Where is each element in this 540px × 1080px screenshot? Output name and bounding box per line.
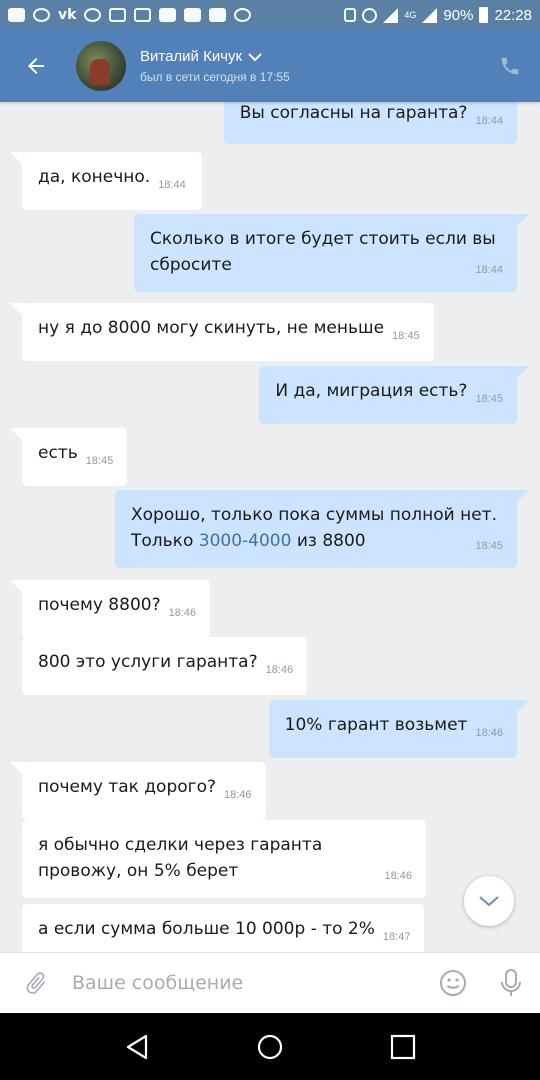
system-status: 4G 90% 22:28 <box>344 7 532 24</box>
vibrate-icon <box>344 8 357 22</box>
message-text: из 8800 <box>291 531 366 551</box>
contact-name: Виталий Кичук <box>140 48 243 65</box>
message-bubble[interactable]: да, конечно. 18:44 <box>10 152 202 210</box>
message-text: Вы согласны на гаранта? <box>239 103 468 123</box>
battery-percent: 90% <box>443 6 474 24</box>
vk-notification-icon: vk <box>58 7 77 23</box>
message-link[interactable]: 3000-4000 <box>199 531 292 551</box>
message-text: почему 8800? <box>38 595 161 615</box>
message-bubble[interactable]: я обычно сделки через гаранта провожу, о… <box>22 820 426 898</box>
message-bubble[interactable]: 800 это услуги гаранта? 18:46 <box>22 637 308 695</box>
signal-icon-2 <box>422 7 438 23</box>
message-time: 18:45 <box>475 393 503 405</box>
message-text: а если сумма больше 10 000р - то 2% <box>38 919 375 939</box>
message-time: 18:46 <box>224 789 252 801</box>
message-bubble[interactable]: И да, миграция есть? 18:45 <box>259 366 529 424</box>
message-text: я обычно сделки через гаранта провожу, о… <box>38 835 323 881</box>
microphone-icon <box>501 969 521 996</box>
message-time: 18:44 <box>475 115 503 127</box>
message-bubble[interactable]: 10% гарант возьмет 18:46 <box>268 700 530 758</box>
download-notification-icon <box>109 8 127 22</box>
message-bubble[interactable]: Вы согласны на гаранта? 18:44 <box>223 102 517 144</box>
nav-back-button[interactable] <box>117 1027 157 1067</box>
message-time: 18:45 <box>392 330 420 342</box>
message-bubble[interactable]: почему 8800? 18:46 <box>9 580 211 638</box>
contact-info[interactable]: Виталий Кичук был в сети сегодня в 17:55 <box>140 48 480 84</box>
nav-home-button[interactable] <box>250 1027 290 1067</box>
contact-status: был в сети сегодня в 17:55 <box>140 70 290 84</box>
circle-home-icon <box>257 1034 283 1059</box>
emoji-button[interactable] <box>424 953 482 1014</box>
image-notification-icon <box>134 8 152 22</box>
smiley-icon <box>440 970 466 996</box>
message-time: 18:45 <box>85 455 114 467</box>
call-button[interactable] <box>480 30 540 102</box>
message-bubble[interactable]: ну я до 8000 могу скинуть, не меньше 18:4… <box>10 303 434 361</box>
notification-icons: vk <box>8 7 344 23</box>
message-text: 800 это услуги гаранта? <box>38 652 258 672</box>
message-text: 10% гарант возьмет <box>284 715 468 735</box>
message-bubble[interactable]: а если сумма больше 10 000р - то 2% 18:47 <box>22 904 425 952</box>
voice-message-button[interactable] <box>482 953 540 1014</box>
message-bubble[interactable]: Сколько в итоге будет стоить если вы сбр… <box>134 214 529 292</box>
message-time: 18:44 <box>475 264 503 276</box>
message-text: да, конечно. <box>38 167 151 187</box>
message-bubble[interactable]: почему так дорого? 18:46 <box>10 762 266 820</box>
status-bar: vk 4G 90% 22:28 <box>0 0 540 30</box>
sync-notification-icon-2 <box>84 8 102 22</box>
avatar[interactable] <box>76 41 126 91</box>
message-time: 18:46 <box>384 870 412 882</box>
signal-icon <box>383 7 399 23</box>
message-list[interactable]: Вы согласны на гаранта? 18:44 да, конечно… <box>0 102 540 952</box>
square-recent-icon <box>391 1034 416 1059</box>
chevron-down-icon <box>479 896 499 907</box>
video-notification-icon-3 <box>209 8 227 22</box>
arrow-left-icon <box>28 58 44 74</box>
vpn-notification-icon <box>234 8 252 22</box>
message-time: 18:44 <box>158 179 186 191</box>
alarm-icon <box>362 7 378 23</box>
sync-notification-icon <box>33 8 50 22</box>
scroll-down-button[interactable] <box>464 876 514 926</box>
message-time: 18:45 <box>475 540 503 552</box>
chat-header: Виталий Кичук был в сети сегодня в 17:55 <box>0 30 540 102</box>
message-time: 18:46 <box>475 727 503 739</box>
nav-recent-button[interactable] <box>383 1027 423 1067</box>
message-bubble[interactable]: Хорошо, только пока суммы полной нет. То… <box>115 490 529 568</box>
message-text: Сколько в итоге будет стоить если вы сбр… <box>150 229 496 275</box>
battery-icon <box>479 7 489 23</box>
message-text: И да, миграция есть? <box>275 381 468 401</box>
message-text: почему так дорого? <box>38 777 217 797</box>
phone-icon <box>501 57 519 75</box>
network-type: 4G <box>404 10 417 20</box>
message-time: 18:46 <box>265 664 294 676</box>
message-time: 18:46 <box>168 607 197 619</box>
message-text: есть <box>38 443 78 463</box>
back-button[interactable] <box>0 30 72 102</box>
attach-button[interactable] <box>0 953 72 1014</box>
clock: 22:28 <box>494 6 532 24</box>
video-notification-icon <box>159 8 177 22</box>
triangle-back-icon <box>126 1034 147 1059</box>
video-notification-icon-2 <box>184 8 202 22</box>
message-text: ну я до 8000 могу скинуть, не меньше <box>38 318 385 338</box>
navigation-bar <box>0 1013 540 1080</box>
messages-notification-icon <box>8 8 25 22</box>
message-bubble[interactable]: есть 18:45 <box>9 428 128 486</box>
message-composer <box>0 952 540 1013</box>
chevron-down-icon <box>248 52 262 61</box>
paperclip-icon <box>26 972 46 994</box>
message-input[interactable] <box>72 972 424 994</box>
message-time: 18:47 <box>382 931 411 943</box>
